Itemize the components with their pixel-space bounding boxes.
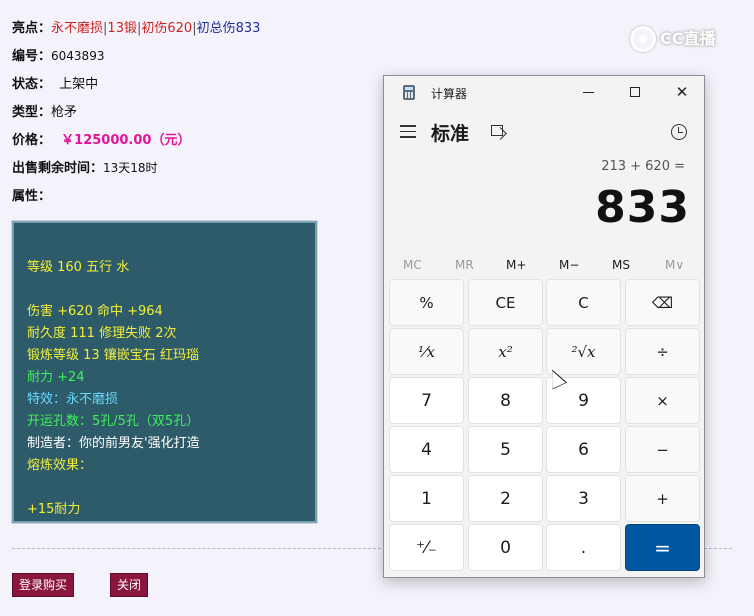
calculator-window: 计算器 ✕ 标准 213 + 620 = 833 MC MR M+ M− MS …	[383, 75, 705, 578]
digit-1-key[interactable]: 1	[389, 475, 464, 522]
memory-clear-button[interactable]: MC	[403, 253, 422, 277]
highlight-part: 初总伤833	[196, 21, 261, 36]
prop-line: 等级 160 五行 水	[27, 260, 130, 275]
status-label: 状态：	[12, 77, 52, 92]
type-value: 枪矛	[51, 105, 78, 120]
equals-key[interactable]: =	[625, 524, 700, 571]
highlight-label: 亮点：	[12, 21, 52, 36]
percent-key[interactable]: %	[389, 279, 464, 326]
prop-line: 制造者：你的前男友'强化打造	[27, 436, 200, 451]
digit-4-key[interactable]: 4	[389, 426, 464, 473]
calculator-app-icon	[403, 85, 415, 100]
watermark-text: CC直播	[660, 29, 716, 48]
watermark: CC直播	[630, 24, 734, 54]
digit-8-key[interactable]: 8	[468, 377, 543, 424]
history-icon[interactable]	[671, 124, 687, 140]
maximize-button[interactable]	[612, 76, 658, 108]
subtract-key[interactable]: −	[625, 426, 700, 473]
calculator-titlebar[interactable]: 计算器 ✕	[384, 76, 704, 110]
multiply-key[interactable]: ×	[625, 377, 700, 424]
maximize-icon	[630, 87, 640, 97]
negate-key[interactable]: ⁺⁄₋	[389, 524, 464, 571]
remaining-time-label: 出售剩余时间：	[12, 161, 104, 176]
login-buy-button[interactable]: 登录购买	[12, 573, 75, 597]
prop-line: 耐久度 111 修理失败 2次	[27, 326, 177, 341]
price-label: 价格：	[12, 133, 52, 148]
add-key[interactable]: +	[625, 475, 700, 522]
result-display: 833	[595, 182, 690, 233]
prop-line: 伤害 +620 命中 +964	[27, 304, 163, 319]
clear-key[interactable]: C	[546, 279, 621, 326]
digit-2-key[interactable]: 2	[468, 475, 543, 522]
expression-display: 213 + 620 =	[601, 159, 685, 174]
reciprocal-key[interactable]: ¹⁄x	[389, 328, 464, 375]
memory-add-button[interactable]: M+	[506, 253, 526, 277]
item-number-value: 6043893	[51, 49, 105, 63]
type-row: 类型：枪矛	[12, 101, 77, 120]
memory-subtract-button[interactable]: M−	[559, 253, 579, 277]
prop-line: 开运孔数：5孔/5孔（双5孔）	[27, 414, 200, 429]
hamburger-menu-icon[interactable]	[400, 125, 416, 138]
highlight-part: 永不磨损	[51, 21, 104, 36]
memory-store-button[interactable]: MS	[612, 253, 630, 277]
item-number-label: 编号：	[12, 49, 52, 64]
keep-on-top-icon[interactable]	[491, 125, 505, 138]
memory-recall-button[interactable]: MR	[455, 253, 474, 277]
window-title: 计算器	[431, 87, 468, 101]
price-value: ￥125000.00（元）	[61, 133, 191, 148]
square-key[interactable]: x²	[468, 328, 543, 375]
remaining-time-row: 出售剩余时间：13天18时	[12, 157, 158, 176]
digit-6-key[interactable]: 6	[546, 426, 621, 473]
prop-line: 特效：永不磨损	[27, 392, 119, 407]
close-page-button[interactable]: 关闭	[110, 573, 149, 597]
highlight-part: 初伤620	[141, 21, 193, 36]
close-icon: ✕	[675, 83, 689, 101]
attributes-panel: 等级 160 五行 水 伤害 +620 命中 +964 耐久度 111 修理失败…	[11, 220, 318, 524]
digit-5-key[interactable]: 5	[468, 426, 543, 473]
remaining-time-value: 13天18时	[103, 161, 158, 175]
memory-list-button[interactable]: M∨	[665, 253, 684, 277]
reciprocal-label: ¹⁄x	[418, 342, 435, 361]
digit-0-key[interactable]: 0	[468, 524, 543, 571]
item-number-row: 编号：6043893	[12, 45, 104, 64]
backspace-key[interactable]: ⌫	[625, 279, 700, 326]
status-row: 状态： 上架中	[12, 73, 98, 92]
prop-line: 耐力 +24	[27, 370, 85, 385]
digit-3-key[interactable]: 3	[546, 475, 621, 522]
calculator-mode-title: 标准	[431, 123, 470, 145]
highlight-row: 亮点：永不磨损|13锻|初伤620|初总伤833	[12, 17, 260, 36]
cc-logo-icon	[630, 26, 656, 52]
type-label: 类型：	[12, 105, 52, 120]
memory-row: MC MR M+ M− MS M∨	[384, 253, 704, 277]
close-window-button[interactable]: ✕	[659, 76, 705, 108]
status-value: 上架中	[59, 77, 99, 92]
price-row: 价格： ￥125000.00（元）	[12, 129, 190, 148]
divide-key[interactable]: ÷	[625, 328, 700, 375]
prop-line: 锻炼等级 13 镶嵌宝石 红玛瑙	[27, 348, 199, 363]
highlight-part: 13锻	[107, 21, 137, 36]
attributes-row: 属性：	[12, 185, 51, 204]
attributes-label: 属性：	[12, 189, 52, 204]
square-root-label: ²√x	[571, 342, 596, 361]
minimize-icon	[582, 91, 594, 93]
square-label: x²	[498, 342, 513, 361]
clear-entry-key[interactable]: CE	[468, 279, 543, 326]
prop-line: +15耐力	[27, 502, 81, 517]
prop-line: 熔炼效果：	[27, 458, 93, 473]
minimize-button[interactable]	[565, 76, 611, 108]
decimal-key[interactable]: .	[546, 524, 621, 571]
digit-7-key[interactable]: 7	[389, 377, 464, 424]
